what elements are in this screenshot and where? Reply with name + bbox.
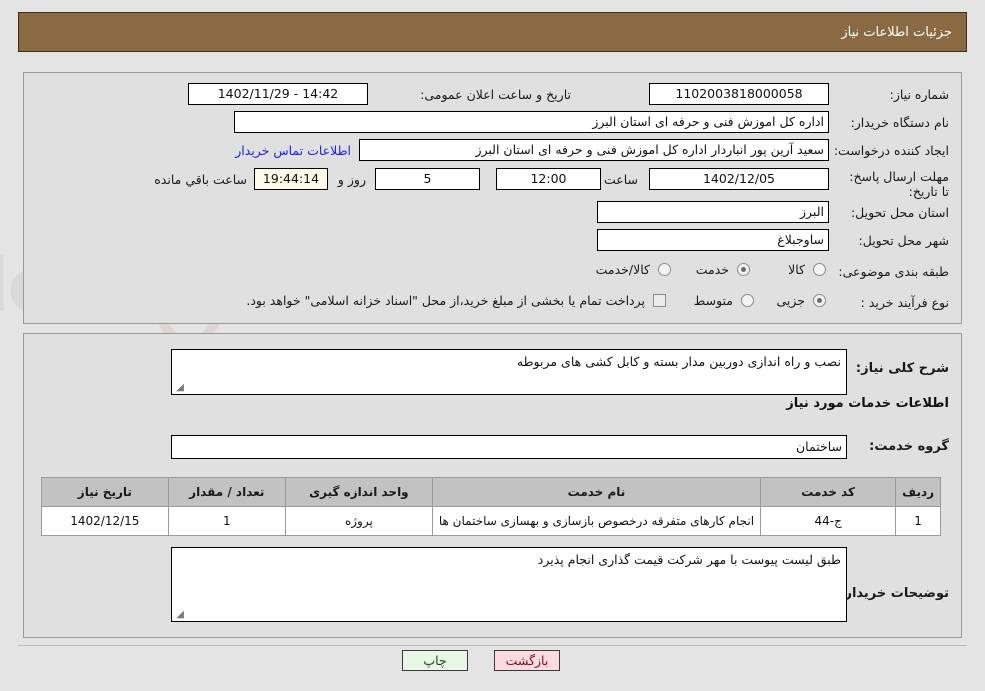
cell-name: انجام کارهای متفرقه درخصوص بازسازی و بهس… (431, 506, 762, 536)
need-info-panel: شماره نیاز: 1102003818000058 تاریخ و ساع… (23, 72, 962, 324)
process-type-label: نوع فرآیند خرید : (860, 295, 949, 310)
buyer-org-label: نام دستگاه خریدار: (850, 115, 949, 130)
province-value: البرز (597, 201, 829, 223)
need-number-value: 1102003818000058 (649, 83, 829, 105)
services-table: ردیف کد خدمت نام خدمت واحد اندازه گیری ت… (41, 477, 941, 536)
th-row: ردیف (895, 477, 941, 507)
resize-grip-icon-2[interactable]: ◢ (174, 610, 184, 620)
category-option-label-1: خدمت (695, 262, 729, 277)
category-radio-khedmat[interactable] (737, 263, 750, 276)
process-option-label-0: جزیی (776, 293, 805, 308)
days-and-label: روز و (337, 172, 366, 187)
page-root: AriaTender.net جزئیات اطلاعات نیاز شماره… (0, 0, 985, 691)
buyer-notes-label: توضیحات خریدار: (839, 586, 949, 601)
service-group-value: ساختمان (171, 435, 847, 459)
th-code: کد خدمت (760, 477, 897, 507)
cell-code: ج-44 (760, 506, 897, 536)
cell-need-date: 1402/12/15 (41, 506, 169, 536)
cell-row: 1 (895, 506, 941, 536)
general-description-label: شرح کلی نیاز: (855, 361, 949, 376)
deadline-date-value: 1402/12/05 (649, 168, 829, 190)
request-creator-label: ایجاد کننده درخواست: (833, 143, 949, 158)
page-title: جزئیات اطلاعات نیاز (841, 24, 952, 40)
buyer-notes-value: طبق لیست پیوست با مهر شرکت قیمت گذاری ان… (537, 552, 841, 567)
table-header-row: ردیف کد خدمت نام خدمت واحد اندازه گیری ت… (41, 477, 941, 507)
th-need-date: تاریخ نیاز (41, 477, 169, 507)
islamic-treasury-checkbox[interactable] (653, 294, 666, 307)
resize-grip-icon[interactable]: ◢ (174, 383, 184, 393)
service-group-label: گروه خدمت: (869, 439, 949, 454)
deadline-label: مهلت ارسال پاسخ: تا تاریخ: (849, 169, 949, 199)
days-remaining-value: 5 (375, 168, 480, 190)
request-creator-value: سعید آرین پور انباردار اداره کل اموزش فن… (359, 139, 829, 161)
th-qty: تعداد / مقدار (167, 477, 286, 507)
th-unit: واحد اندازه گیری (284, 477, 433, 507)
print-button[interactable]: چاپ (402, 650, 468, 671)
remaining-hours-label: ساعت باقي مانده (154, 172, 247, 187)
category-option-label-0: کالا (788, 262, 805, 277)
city-value: ساوجبلاغ (597, 229, 829, 251)
process-radio-motavaset[interactable] (741, 294, 754, 307)
city-label: شهر محل تحویل: (858, 233, 949, 248)
services-section-heading: اطلاعات خدمات مورد نیاز (786, 396, 949, 411)
process-radio-jozei[interactable] (813, 294, 826, 307)
category-label: طبقه بندی موضوعی: (838, 264, 949, 279)
announce-datetime-value: 14:42 - 1402/11/29 (188, 83, 368, 105)
cell-unit: پروژه (284, 506, 433, 536)
back-button[interactable]: بازگشت (494, 650, 560, 671)
need-details-panel: شرح کلی نیاز: نصب و راه اندازی دوربین مد… (23, 333, 962, 638)
general-description-value: نصب و راه اندازی دوربین مدار بسته و کابل… (516, 354, 841, 369)
hour-label: ساعت (603, 172, 638, 187)
general-description-textarea[interactable]: نصب و راه اندازی دوربین مدار بسته و کابل… (171, 349, 847, 395)
buyer-notes-textarea[interactable]: طبق لیست پیوست با مهر شرکت قیمت گذاری ان… (171, 547, 847, 622)
category-radio-kala-khedmat[interactable] (658, 263, 671, 276)
table-row: 1 ج-44 انجام کارهای متفرقه درخصوص بازساز… (41, 506, 941, 536)
announce-datetime-label: تاریخ و ساعت اعلان عمومی: (420, 87, 571, 102)
page-header-bar: جزئیات اطلاعات نیاز (18, 12, 967, 52)
footer-divider (18, 645, 967, 646)
category-option-label-2: کالا/خدمت (595, 262, 650, 277)
need-number-label: شماره نیاز: (889, 87, 949, 102)
buyer-org-value: اداره کل اموزش فنی و حرفه ای استان البرز (234, 111, 829, 133)
process-option-label-1: متوسط (693, 293, 733, 308)
th-name: نام خدمت (431, 477, 762, 507)
hour-value: 12:00 (496, 168, 601, 190)
province-label: استان محل تحویل: (850, 205, 949, 220)
countdown-value: 19:44:14 (254, 168, 328, 190)
cell-qty: 1 (167, 506, 286, 536)
category-radio-kala[interactable] (813, 263, 826, 276)
islamic-treasury-text: پرداخت تمام یا بخشی از مبلغ خرید،از محل … (246, 293, 645, 308)
buyer-contact-link[interactable]: اطلاعات تماس خریدار (235, 143, 351, 158)
